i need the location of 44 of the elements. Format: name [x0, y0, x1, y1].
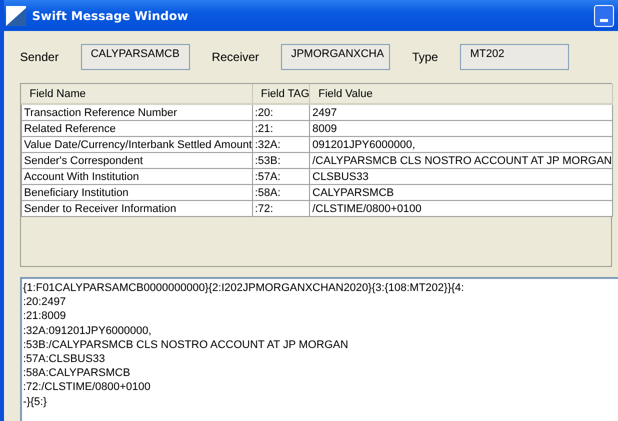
- field-label: Type: [412, 50, 438, 64]
- table-cell: 8009: [310, 120, 612, 136]
- field-label: Receiver: [212, 50, 260, 64]
- table-cell: Sender's Correspondent: [22, 152, 252, 168]
- window-title: Swift Message Window: [32, 8, 188, 22]
- table-cell: CALYPARSMCB: [310, 184, 612, 200]
- column-header[interactable]: Field Value: [310, 84, 612, 104]
- minimize-icon: [600, 18, 608, 22]
- text-field[interactable]: MT202: [460, 44, 570, 70]
- table-cell: :21:: [252, 120, 310, 136]
- table-cell: :20:: [252, 104, 310, 120]
- message-line: :20:2497: [23, 295, 67, 310]
- table-cell: Sender to Receiver Information: [22, 200, 252, 216]
- table-cell: CLSBUS33: [310, 168, 612, 184]
- text-field[interactable]: JPMORGANXCHA: [281, 44, 390, 70]
- message-line: :21:8009: [23, 309, 67, 324]
- message-line: {1:F01CALYPARSAMCB0000000000}{2:I202JPMORGANXCHAN2020}{3:{108:MT202}}{4:: [23, 281, 466, 296]
- table-cell: :58A:: [252, 184, 310, 200]
- table-cell: :57A:: [252, 168, 310, 184]
- table-cell: 091201JPY6000000,: [310, 136, 612, 152]
- table-cell: Transaction Reference Number: [22, 104, 252, 120]
- table-cell: Beneficiary Institution: [22, 184, 252, 200]
- app-icon: [6, 6, 26, 26]
- message-line: -}{5:}: [23, 394, 48, 409]
- table-cell: Related Reference: [22, 120, 252, 136]
- table-cell: Value Date/Currency/Interbank Settled Amount: [22, 136, 252, 152]
- table-cell: /CLSTIME/0800+0100: [310, 200, 612, 216]
- message-line: :72:/CLSTIME/0800+0100: [23, 380, 152, 394]
- column-header[interactable]: Field Name: [22, 84, 252, 104]
- text-field[interactable]: CALYPARSAMCB: [80, 44, 190, 70]
- table-cell: /CALYPARSMCB CLS NOSTRO ACCOUNT AT JP MORGAN: [310, 152, 612, 168]
- table-cell: Account With Institution: [22, 168, 252, 184]
- column-header[interactable]: Field TAG: [252, 84, 310, 104]
- table-cell: 2497: [310, 104, 612, 120]
- table-cell: :72:: [252, 200, 310, 216]
- message-line: :58A:CALYPARSMCB: [23, 366, 132, 380]
- message-line: :57A:CLSBUS33: [23, 352, 106, 366]
- message-line: :53B:/CALYPARSMCB CLS NOSTRO ACCOUNT AT JP MORGAN: [23, 338, 350, 352]
- table-cell: :32A:: [252, 136, 310, 152]
- minimize-button[interactable]: [594, 4, 614, 26]
- table-cell: :53B:: [252, 152, 310, 168]
- field-label: Sender: [20, 50, 59, 64]
- message-line: :32A:091201JPY6000000,: [23, 324, 152, 338]
- message-text-area[interactable]: [20, 277, 618, 421]
